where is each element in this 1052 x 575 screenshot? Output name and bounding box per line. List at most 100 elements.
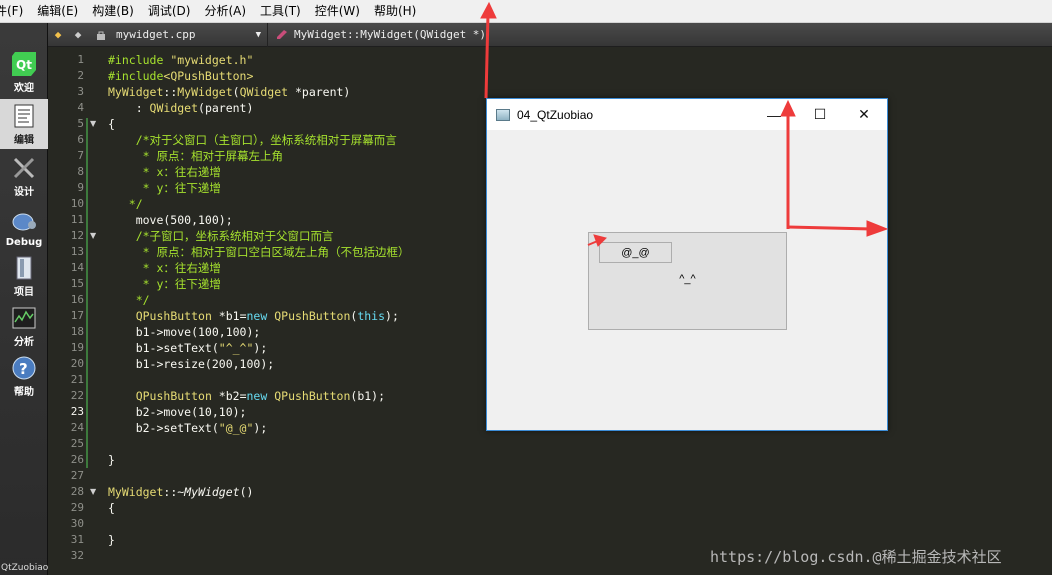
b1-label: ^_^ <box>679 273 696 285</box>
window-title: 04_QtZuobiao <box>517 107 594 122</box>
line-number: 27 <box>70 469 84 482</box>
code-line[interactable]: MyWidget::MyWidget(QWidget *parent) <box>108 84 350 100</box>
sidebar-item-help[interactable]: ? 帮助 <box>0 351 48 401</box>
code-line[interactable]: * x：往右递增 <box>108 260 221 276</box>
line-number: 29 <box>70 501 84 514</box>
code-line[interactable]: /*对于父窗口（主窗口），坐标系统相对于屏幕而言 <box>108 132 397 148</box>
watermark-text: https://blog.csdn.@稀土掘金技术社区 <box>710 548 1002 566</box>
sidebar-item-welcome[interactable]: Qt 欢迎 <box>0 47 48 97</box>
menu-file[interactable]: 件(F) <box>0 0 30 23</box>
fold-range-marker <box>86 118 88 468</box>
menu-debug[interactable]: 调试(D) <box>141 0 198 23</box>
line-number: 15 <box>70 277 84 290</box>
code-line[interactable]: * x：往右递增 <box>108 164 221 180</box>
window-title-bar[interactable]: 04_QtZuobiao — ☐ ✕ <box>487 99 887 130</box>
mode-sidebar: Qt 欢迎 编辑 设计 Debug 项目 分析 ? 帮助 QtZuobiao <box>0 23 48 575</box>
sidebar-item-label: 设计 <box>14 187 34 198</box>
line-number: 4 <box>77 101 84 114</box>
maximize-button[interactable]: ☐ <box>797 99 843 130</box>
line-number: 16 <box>70 293 84 306</box>
sidebar-item-label: 欢迎 <box>14 83 34 94</box>
menu-build[interactable]: 构建(B) <box>85 0 141 23</box>
code-line[interactable]: b1->move(100,100); <box>108 324 261 340</box>
code-line[interactable]: * 原点：相对于窗口空白区域左上角（不包括边框） <box>108 244 410 260</box>
line-number: 24 <box>70 421 84 434</box>
code-line[interactable]: /*子窗口，坐标系统相对于父窗口而言 <box>108 228 334 244</box>
code-line[interactable]: * y：往下递增 <box>108 180 221 196</box>
code-line[interactable]: #include "mywidget.h" <box>108 52 253 68</box>
menu-help[interactable]: 帮助(H) <box>367 0 423 23</box>
line-number: 12 <box>70 229 84 242</box>
fold-toggle-icon[interactable]: ▼ <box>90 487 96 496</box>
code-line[interactable]: b1->setText("^_^"); <box>108 340 268 356</box>
code-line[interactable]: MyWidget::~MyWidget() <box>108 484 253 500</box>
line-number: 30 <box>70 517 84 530</box>
fold-toggle-icon[interactable]: ▼ <box>90 119 96 128</box>
line-number: 22 <box>70 389 84 402</box>
push-button-b2[interactable]: @_@ <box>599 242 672 263</box>
code-line[interactable]: b1->resize(200,100); <box>108 356 274 372</box>
line-number: 14 <box>70 261 84 274</box>
current-file-name: mywidget.cpp <box>116 28 196 41</box>
line-number: 7 <box>77 149 84 162</box>
sidebar-item-design[interactable]: 设计 <box>0 151 48 201</box>
menu-edit[interactable]: 编辑(E) <box>30 0 85 23</box>
code-line[interactable]: #include<QPushButton> <box>108 68 253 84</box>
code-line[interactable]: */ <box>108 196 143 212</box>
line-number: 28 <box>70 485 84 498</box>
code-line[interactable]: } <box>108 532 115 548</box>
symbol-combo[interactable]: MyWidget::MyWidget(QWidget *) <box>268 23 486 47</box>
code-line[interactable]: QPushButton *b1=new QPushButton(this); <box>108 308 399 324</box>
app-window-icon <box>496 108 510 121</box>
push-button-b1[interactable]: ^_^ @_@ <box>588 232 787 330</box>
qt-app-window: 04_QtZuobiao — ☐ ✕ ^_^ @_@ <box>486 98 888 431</box>
function-symbol-icon <box>276 29 288 40</box>
sidebar-item-analyze[interactable]: 分析 <box>0 301 48 351</box>
chevron-down-icon[interactable]: ▼ <box>256 30 261 40</box>
menu-bar: 件(F) 编辑(E) 构建(B) 调试(D) 分析(A) 工具(T) 控件(W)… <box>0 0 1052 23</box>
line-number: 17 <box>70 309 84 322</box>
line-number: 3 <box>77 85 84 98</box>
menu-tools[interactable]: 工具(T) <box>253 0 308 23</box>
code-line[interactable]: b2->setText("@_@"); <box>108 420 268 436</box>
code-line[interactable]: move(500,100); <box>108 212 233 228</box>
help-question-icon: ? <box>11 355 37 381</box>
minimize-button[interactable]: — <box>751 99 797 130</box>
open-documents-combo[interactable]: mywidget.cpp ▼ <box>88 22 268 47</box>
menu-widgets[interactable]: 控件(W) <box>308 0 367 23</box>
sidebar-item-debug[interactable]: Debug <box>0 201 48 251</box>
sidebar-item-projects[interactable]: 项目 <box>0 251 48 301</box>
code-line[interactable]: QPushButton *b2=new QPushButton(b1); <box>108 388 385 404</box>
back-arrow-icon[interactable]: ◆ <box>48 23 68 47</box>
fold-toggle-icon[interactable]: ▼ <box>90 231 96 240</box>
debug-bug-icon <box>11 209 37 235</box>
line-number: 20 <box>70 357 84 370</box>
menu-analyze[interactable]: 分析(A) <box>197 0 253 23</box>
code-line[interactable]: b2->move(10,10); <box>108 404 247 420</box>
code-line[interactable]: { <box>108 500 115 516</box>
line-number: 9 <box>77 181 84 194</box>
line-number: 11 <box>70 213 84 226</box>
sidebar-item-label: Debug <box>5 237 43 248</box>
sidebar-item-edit[interactable]: 编辑 <box>0 99 48 149</box>
code-line[interactable]: } <box>108 452 115 468</box>
project-selector[interactable]: QtZuobiao <box>0 563 48 575</box>
line-number: 5 <box>77 117 84 130</box>
svg-text:Qt: Qt <box>16 58 32 72</box>
line-number: 1 <box>77 53 84 66</box>
code-line[interactable]: { <box>108 116 115 132</box>
code-line[interactable]: : QWidget(parent) <box>108 100 254 116</box>
close-button[interactable]: ✕ <box>841 99 887 130</box>
line-number: 31 <box>70 533 84 546</box>
line-number: 13 <box>70 245 84 258</box>
line-number: 10 <box>70 197 84 210</box>
forward-arrow-icon[interactable]: ◆ <box>68 23 88 47</box>
code-line[interactable]: * y：往下递增 <box>108 276 221 292</box>
editor-toolbar: ◆ ◆ mywidget.cpp ▼ MyWidget::MyWidget(QW… <box>48 22 1052 47</box>
code-line[interactable]: */ <box>108 292 150 308</box>
line-number: 32 <box>70 549 84 562</box>
line-number: 6 <box>77 133 84 146</box>
code-line[interactable]: * 原点：相对于屏幕左上角 <box>108 148 283 164</box>
qt-logo-icon: Qt <box>11 51 37 77</box>
edit-document-icon <box>11 103 37 129</box>
